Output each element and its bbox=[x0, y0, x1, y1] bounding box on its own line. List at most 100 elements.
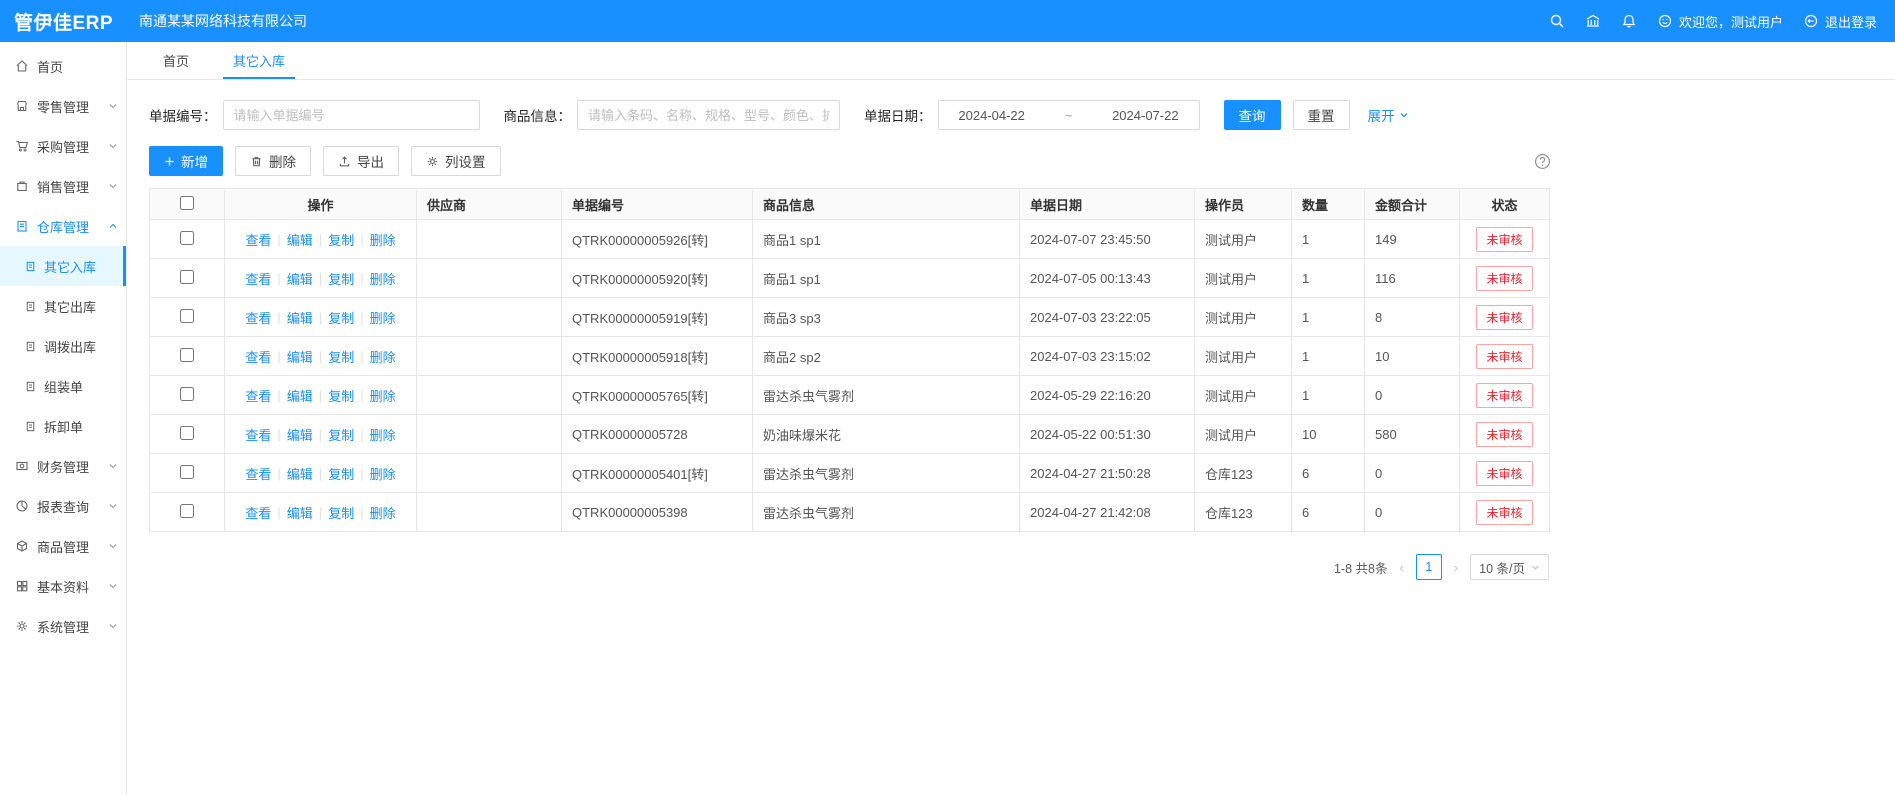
row-action-delete[interactable]: 删除 bbox=[370, 308, 396, 327]
prev-page-button[interactable]: ‹ bbox=[1397, 560, 1405, 575]
row-action-delete[interactable]: 删除 bbox=[370, 347, 396, 366]
row-action-delete[interactable]: 删除 bbox=[370, 425, 396, 444]
table-container: 操作 供应商 单据编号 商品信息 单据日期 操作员 数量 金额合计 状态 查看|… bbox=[127, 188, 1895, 532]
column-settings-button[interactable]: 列设置 bbox=[411, 146, 501, 176]
select-all-checkbox[interactable] bbox=[180, 196, 194, 210]
tab-other-inbound[interactable]: 其它入库 bbox=[229, 42, 289, 79]
row-actions: 查看|编辑|复制|删除 bbox=[245, 386, 395, 405]
row-checkbox[interactable] bbox=[180, 231, 194, 245]
row-checkbox[interactable] bbox=[180, 270, 194, 284]
row-action-delete[interactable]: 删除 bbox=[370, 386, 396, 405]
export-button[interactable]: 导出 bbox=[323, 146, 399, 176]
row-action-copy[interactable]: 复制 bbox=[328, 308, 354, 327]
cart-icon bbox=[15, 139, 29, 153]
add-button[interactable]: 新增 bbox=[149, 146, 223, 176]
bell-icon[interactable] bbox=[1621, 13, 1637, 29]
search-button[interactable]: 查询 bbox=[1224, 100, 1281, 130]
row-action-copy[interactable]: 复制 bbox=[328, 503, 354, 522]
row-checkbox[interactable] bbox=[180, 387, 194, 401]
row-action-copy[interactable]: 复制 bbox=[328, 269, 354, 288]
row-action-copy[interactable]: 复制 bbox=[328, 386, 354, 405]
row-action-copy[interactable]: 复制 bbox=[328, 230, 354, 249]
plus-icon bbox=[164, 156, 175, 167]
tab-home[interactable]: 首页 bbox=[159, 42, 193, 79]
sidebar-item-warehouse[interactable]: 仓库管理 bbox=[0, 206, 126, 246]
user-welcome[interactable]: 欢迎您，测试用户 bbox=[1657, 12, 1783, 31]
logout-button[interactable]: 退出登录 bbox=[1803, 12, 1877, 31]
row-action-view[interactable]: 查看 bbox=[245, 464, 271, 483]
reset-button[interactable]: 重置 bbox=[1293, 100, 1350, 130]
delete-button[interactable]: 删除 bbox=[235, 146, 311, 176]
action-separator: | bbox=[277, 505, 280, 520]
page-number-button[interactable]: 1 bbox=[1416, 554, 1442, 580]
row-action-delete[interactable]: 删除 bbox=[370, 503, 396, 522]
grid-icon bbox=[15, 579, 29, 593]
row-action-edit[interactable]: 编辑 bbox=[287, 425, 313, 444]
row-action-edit[interactable]: 编辑 bbox=[287, 308, 313, 327]
row-action-edit[interactable]: 编辑 bbox=[287, 347, 313, 366]
sidebar-item-other-inbound[interactable]: 其它入库 bbox=[0, 246, 126, 286]
action-separator: | bbox=[360, 427, 363, 442]
row-checkbox[interactable] bbox=[180, 426, 194, 440]
home-bank-icon[interactable] bbox=[1585, 13, 1601, 29]
row-checkbox[interactable] bbox=[180, 465, 194, 479]
sidebar-item-products[interactable]: 商品管理 bbox=[0, 526, 126, 566]
sidebar-item-finance[interactable]: 财务管理 bbox=[0, 446, 126, 486]
sidebar-item-retail[interactable]: 零售管理 bbox=[0, 86, 126, 126]
row-action-view[interactable]: 查看 bbox=[245, 386, 271, 405]
col-header-status: 状态 bbox=[1460, 189, 1550, 220]
row-action-view[interactable]: 查看 bbox=[245, 425, 271, 444]
row-action-delete[interactable]: 删除 bbox=[370, 230, 396, 249]
expand-link[interactable]: 展开 bbox=[1368, 105, 1409, 125]
next-page-button[interactable]: › bbox=[1452, 560, 1460, 575]
row-action-view[interactable]: 查看 bbox=[245, 269, 271, 288]
sidebar-item-other-outbound[interactable]: 其它出库 bbox=[0, 286, 126, 326]
cell-operator: 仓库123 bbox=[1195, 493, 1292, 532]
sidebar-item-reports[interactable]: 报表查询 bbox=[0, 486, 126, 526]
row-checkbox[interactable] bbox=[180, 348, 194, 362]
row-action-copy[interactable]: 复制 bbox=[328, 425, 354, 444]
date-end[interactable]: 2024-07-22 bbox=[1112, 108, 1179, 123]
row-action-delete[interactable]: 删除 bbox=[370, 269, 396, 288]
help-icon[interactable] bbox=[1534, 153, 1551, 170]
sidebar-item-purchase[interactable]: 采购管理 bbox=[0, 126, 126, 166]
table-row: 查看|编辑|复制|删除 QTRK00000005926[转] 商品1 sp1 2… bbox=[150, 220, 1550, 259]
row-action-view[interactable]: 查看 bbox=[245, 308, 271, 327]
table-row: 查看|编辑|复制|删除 QTRK00000005919[转] 商品3 sp3 2… bbox=[150, 298, 1550, 337]
row-action-delete[interactable]: 删除 bbox=[370, 464, 396, 483]
cell-bill-no: QTRK00000005919[转] bbox=[562, 298, 753, 337]
date-start[interactable]: 2024-04-22 bbox=[958, 108, 1025, 123]
row-action-edit[interactable]: 编辑 bbox=[287, 503, 313, 522]
sidebar-item-disassembly[interactable]: 拆卸单 bbox=[0, 406, 126, 446]
chevron-down-icon bbox=[108, 181, 118, 191]
action-separator: | bbox=[277, 349, 280, 364]
page-size-select[interactable]: 10 条/页 bbox=[1470, 554, 1549, 580]
row-action-edit[interactable]: 编辑 bbox=[287, 464, 313, 483]
bag-icon bbox=[15, 179, 29, 193]
bill-no-input[interactable] bbox=[223, 100, 480, 130]
status-badge: 未审核 bbox=[1476, 500, 1532, 525]
sidebar-item-basic-data[interactable]: 基本资料 bbox=[0, 566, 126, 606]
action-separator: | bbox=[277, 466, 280, 481]
bill-date-label: 单据日期： bbox=[864, 105, 932, 125]
row-action-view[interactable]: 查看 bbox=[245, 347, 271, 366]
sidebar-item-system[interactable]: 系统管理 bbox=[0, 606, 126, 646]
sidebar-item-sales[interactable]: 销售管理 bbox=[0, 166, 126, 206]
row-action-view[interactable]: 查看 bbox=[245, 503, 271, 522]
bill-no-label: 单据编号： bbox=[149, 105, 217, 125]
row-action-copy[interactable]: 复制 bbox=[328, 464, 354, 483]
search-icon[interactable] bbox=[1549, 13, 1565, 29]
chevron-down-icon bbox=[108, 621, 118, 631]
sidebar-item-assembly[interactable]: 组装单 bbox=[0, 366, 126, 406]
row-action-edit[interactable]: 编辑 bbox=[287, 386, 313, 405]
row-action-edit[interactable]: 编辑 bbox=[287, 230, 313, 249]
row-checkbox[interactable] bbox=[180, 504, 194, 518]
sidebar-item-home[interactable]: 首页 bbox=[0, 46, 126, 86]
row-action-edit[interactable]: 编辑 bbox=[287, 269, 313, 288]
date-range-picker[interactable]: 2024-04-22 ~ 2024-07-22 bbox=[938, 100, 1200, 130]
row-action-view[interactable]: 查看 bbox=[245, 230, 271, 249]
sidebar-item-transfer-outbound[interactable]: 调拨出库 bbox=[0, 326, 126, 366]
product-info-input[interactable] bbox=[577, 100, 840, 130]
row-action-copy[interactable]: 复制 bbox=[328, 347, 354, 366]
row-checkbox[interactable] bbox=[180, 309, 194, 323]
